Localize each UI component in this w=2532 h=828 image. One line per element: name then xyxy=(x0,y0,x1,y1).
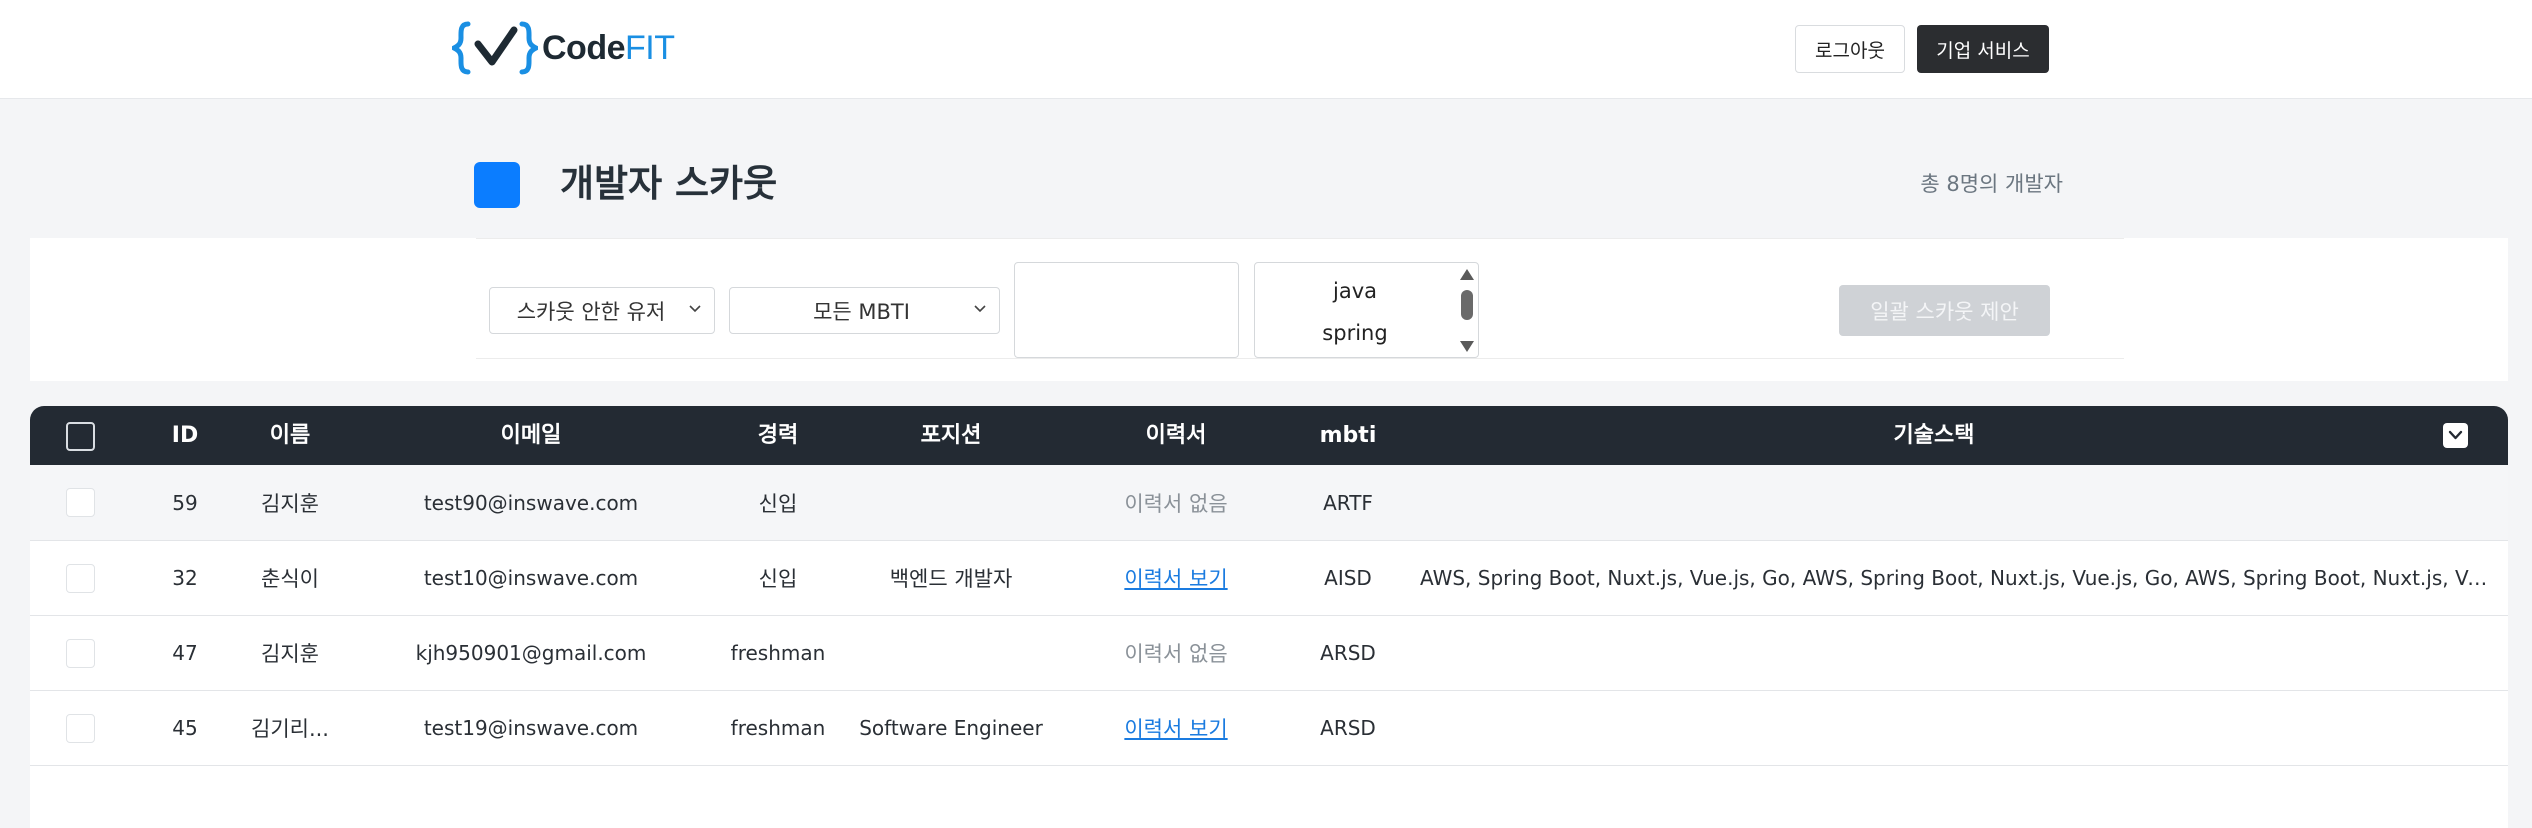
cell-skills: AWS, Spring Boot, Nuxt.js, Vue.js, Go, A… xyxy=(1420,566,2495,590)
table-row[interactable]: 32 춘식이 test10@inswave.com 신입 백엔드 개발자 이력서… xyxy=(30,541,2508,616)
cell-career: 신입 xyxy=(758,491,798,516)
mbti-select[interactable]: 모든 MBTI xyxy=(729,287,1000,334)
column-header-id: ID xyxy=(171,423,199,448)
logout-button[interactable]: 로그아웃 xyxy=(1795,25,1905,73)
divider xyxy=(476,358,2124,359)
table-row[interactable]: 47 김지훈 kjh950901@gmail.com freshman 이력서 … xyxy=(30,616,2508,691)
cell-skills xyxy=(1420,616,2495,690)
cell-id: 32 xyxy=(172,566,198,590)
logo-check-icon xyxy=(452,21,538,75)
codefit-logo[interactable]: CodeFIT xyxy=(452,18,675,78)
chevron-down-icon xyxy=(689,305,701,313)
scrollbar-thumb[interactable] xyxy=(1461,290,1473,320)
corporate-service-button[interactable]: 기업 서비스 xyxy=(1917,25,2049,73)
cell-email: kjh950901@gmail.com xyxy=(415,641,647,665)
cell-name: 김기리... xyxy=(251,717,329,741)
column-header-skills: 기술스택 xyxy=(1893,423,1975,448)
cell-position: Software Engineer xyxy=(859,716,1043,740)
top-navigation-bar: CodeFIT 로그아웃 기업 서비스 xyxy=(0,0,2532,99)
cell-email: test19@inswave.com xyxy=(423,716,639,740)
column-header-position: 포지션 xyxy=(920,423,982,448)
page-title: 개발자 스카웃 xyxy=(560,162,778,205)
cell-id: 59 xyxy=(172,490,198,515)
cell-position: 백엔드 개발자 xyxy=(889,567,1013,591)
filter-panel: 스카웃 안한 유저 모든 MBTI java spring 일괄 스카웃 제안 xyxy=(30,238,2508,381)
title-icon xyxy=(474,162,520,208)
logo-text: CodeFIT xyxy=(542,28,675,68)
cell-name: 춘식이 xyxy=(261,567,319,591)
column-header-mbti: mbti xyxy=(1319,423,1377,448)
row-checkbox[interactable] xyxy=(66,714,95,743)
row-checkbox[interactable] xyxy=(66,488,95,517)
chevron-down-icon xyxy=(974,305,986,313)
cell-id: 45 xyxy=(172,716,198,740)
cell-career: freshman xyxy=(730,716,826,740)
column-header-email: 이메일 xyxy=(500,423,562,448)
cell-skills xyxy=(1420,465,2495,540)
mbti-select-value: 모든 MBTI xyxy=(813,299,910,324)
cell-skills xyxy=(1420,691,2495,765)
column-toggle-button[interactable] xyxy=(2443,423,2468,448)
cell-mbti: AISD xyxy=(1324,566,1372,590)
search-input[interactable] xyxy=(1014,262,1239,358)
cell-resume-none: 이력서 없음 xyxy=(1124,491,1228,516)
cell-resume-none: 이력서 없음 xyxy=(1124,642,1228,666)
column-header-name: 이름 xyxy=(269,423,311,448)
logo-fit-text: FIT xyxy=(625,28,675,67)
scroll-up-arrow-icon[interactable] xyxy=(1460,269,1474,280)
cell-name: 김지훈 xyxy=(261,491,319,516)
cell-id: 47 xyxy=(172,641,198,665)
skill-option-spring[interactable]: spring xyxy=(1255,321,1455,345)
resume-link[interactable]: 이력서 보기 xyxy=(1124,541,1227,615)
cell-email: test10@inswave.com xyxy=(423,566,639,590)
skill-multiselect[interactable]: java spring xyxy=(1254,262,1479,358)
cell-mbti: ARSD xyxy=(1320,641,1376,665)
developer-count: 총 8명의 개발자 xyxy=(1920,172,2063,196)
cell-mbti: ARSD xyxy=(1320,716,1376,740)
column-header-resume: 이력서 xyxy=(1145,423,1207,448)
table-row[interactable]: 59 김지훈 test90@inswave.com 신입 이력서 없음 ARTF xyxy=(30,465,2508,541)
chevron-down-icon xyxy=(2448,430,2463,440)
divider xyxy=(476,238,2124,239)
skill-option-java[interactable]: java xyxy=(1255,279,1455,303)
row-checkbox[interactable] xyxy=(66,564,95,593)
scout-status-value: 스카웃 안한 유저 xyxy=(516,299,666,324)
table-header: ID 이름 이메일 경력 포지션 이력서 mbti 기술스택 xyxy=(30,406,2508,465)
cell-name: 김지훈 xyxy=(261,642,319,666)
column-header-career: 경력 xyxy=(757,423,799,448)
developer-table: ID 이름 이메일 경력 포지션 이력서 mbti 기술스택 59 김지훈 te… xyxy=(30,406,2508,828)
table-row[interactable]: 45 김기리... test19@inswave.com freshman So… xyxy=(30,691,2508,766)
row-checkbox[interactable] xyxy=(66,639,95,668)
scroll-down-arrow-icon[interactable] xyxy=(1460,341,1474,352)
cell-mbti: ARTF xyxy=(1323,490,1373,515)
resume-link[interactable]: 이력서 보기 xyxy=(1124,691,1227,765)
logo-code-text: Code xyxy=(542,28,626,67)
bulk-scout-button[interactable]: 일괄 스카웃 제안 xyxy=(1839,285,2050,336)
select-all-checkbox[interactable] xyxy=(66,422,95,451)
cell-email: test90@inswave.com xyxy=(423,490,639,515)
cell-career: 신입 xyxy=(758,567,798,591)
scout-status-select[interactable]: 스카웃 안한 유저 xyxy=(489,287,715,334)
cell-career: freshman xyxy=(730,641,826,665)
